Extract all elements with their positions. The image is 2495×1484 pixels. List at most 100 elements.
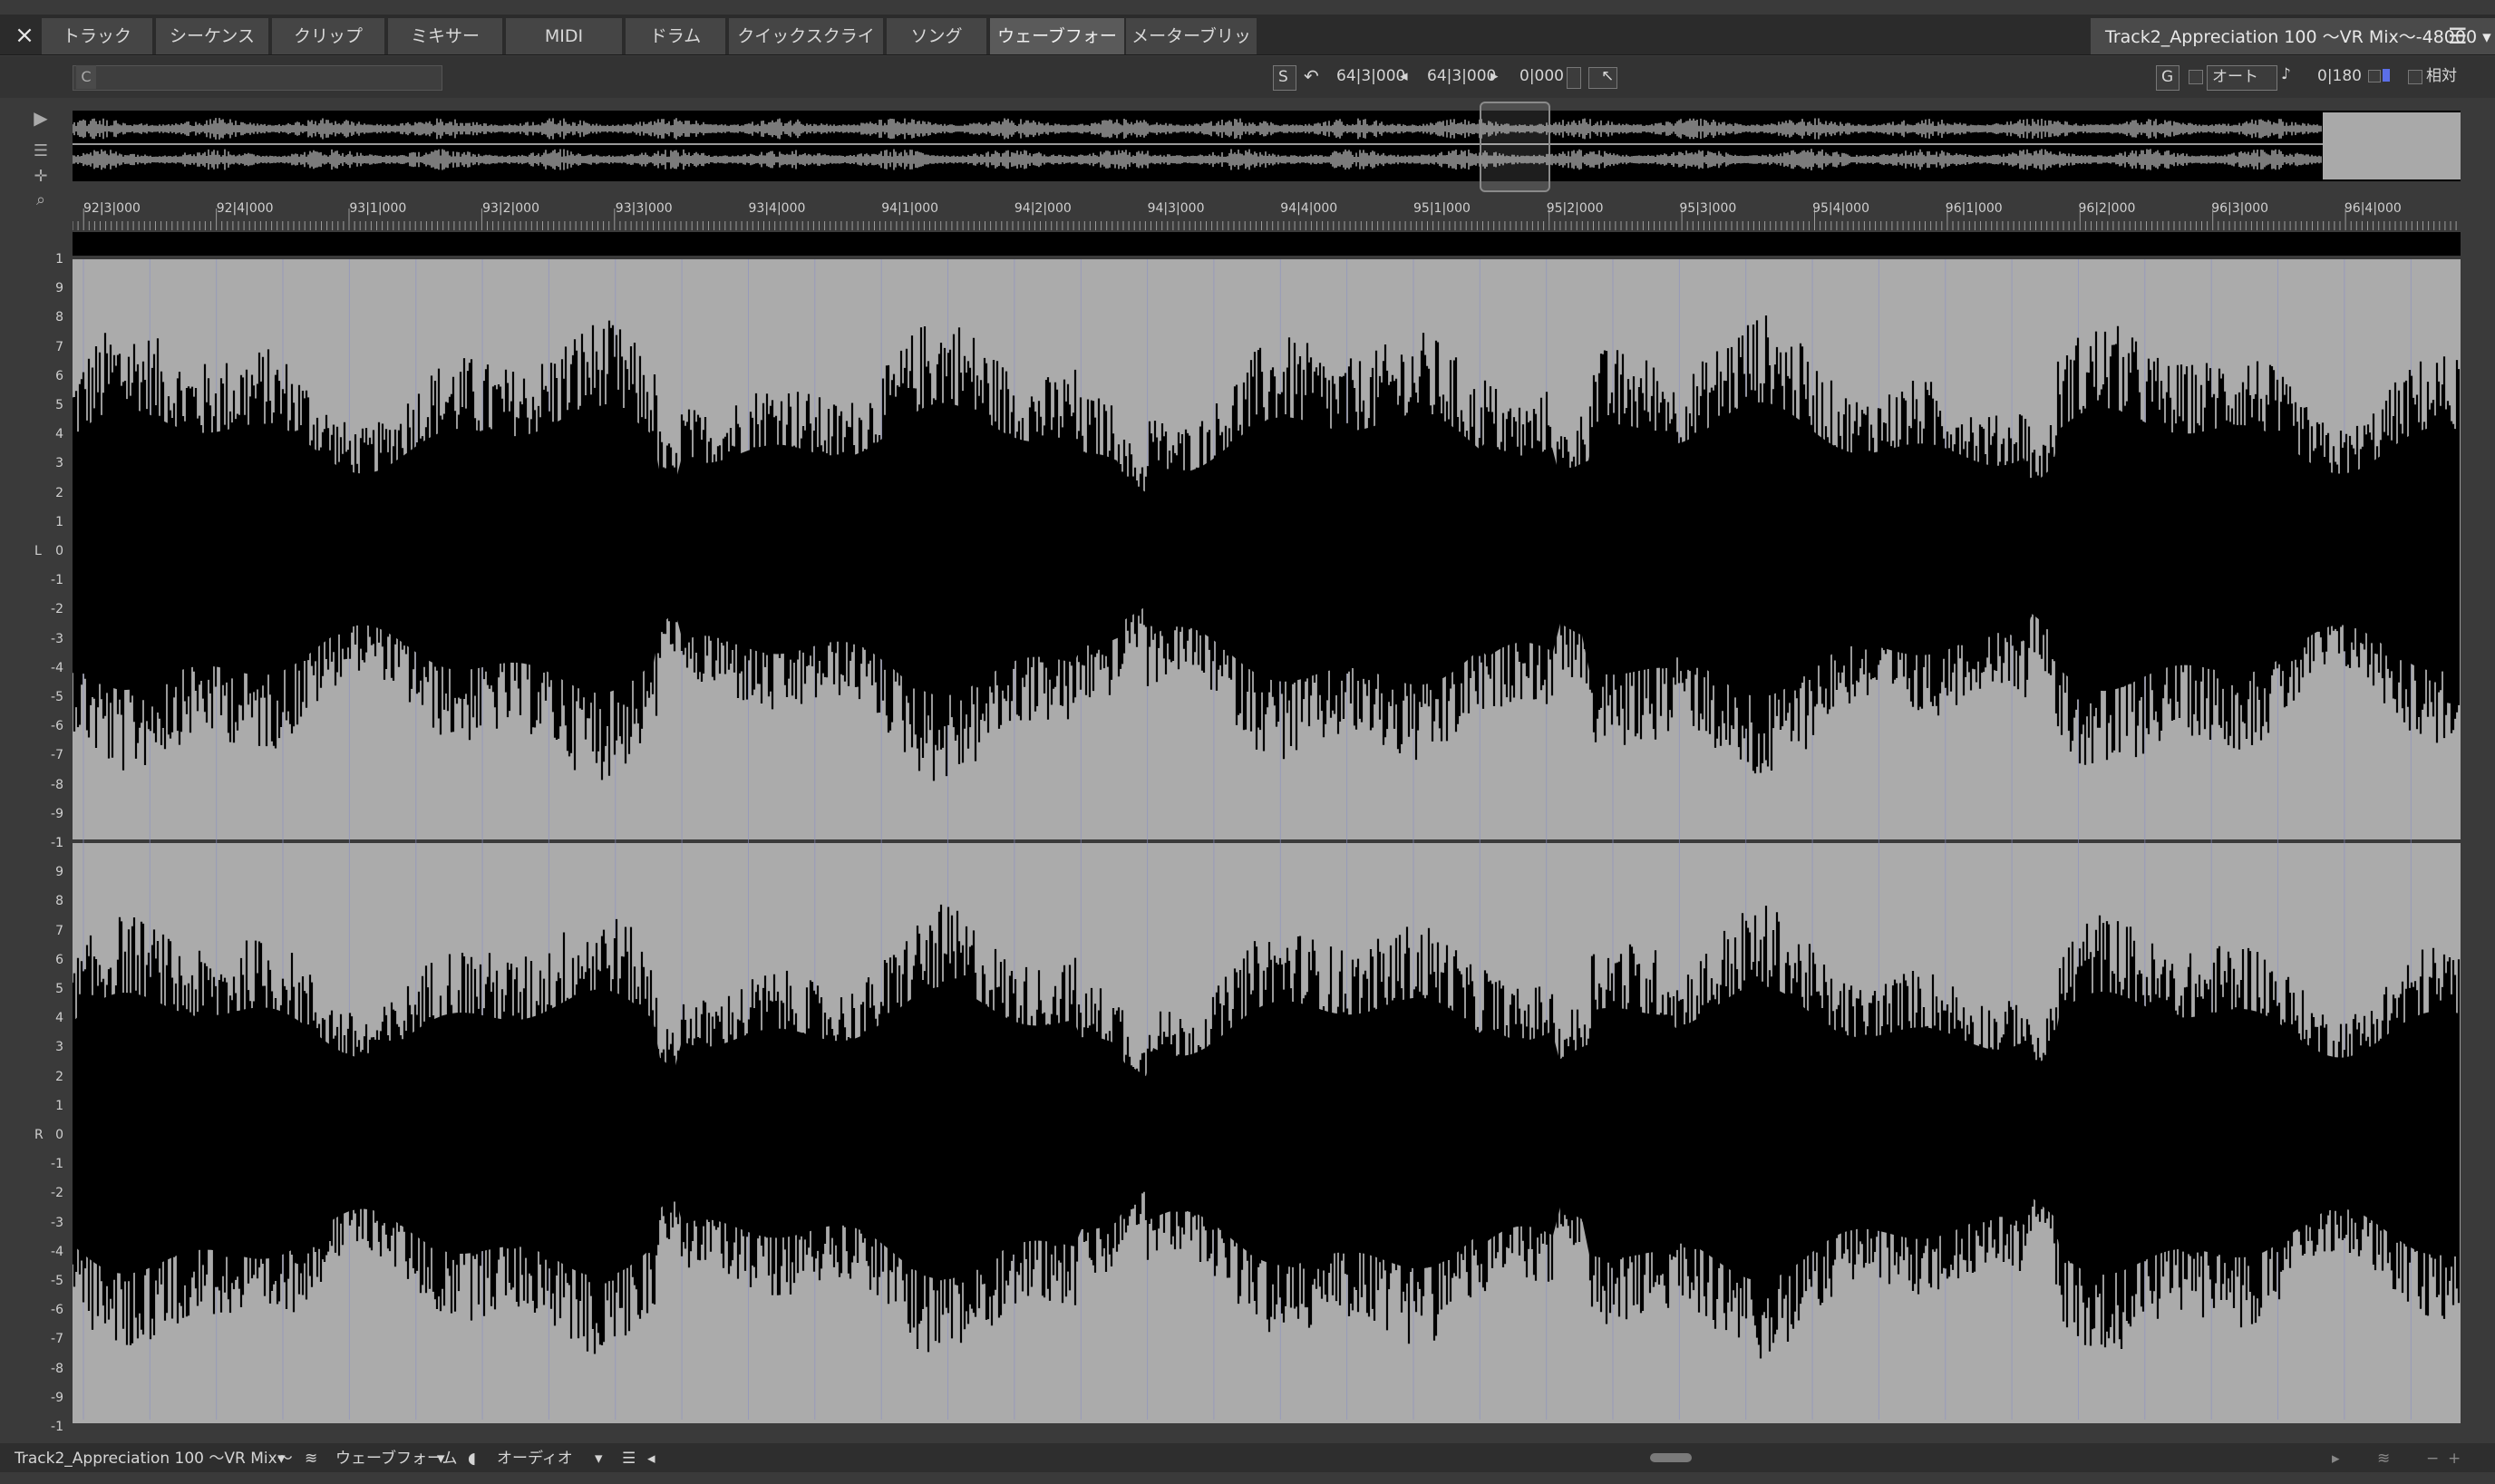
auto-checkbox[interactable] [2189, 70, 2203, 84]
ruler-label: 93|4|000 [748, 201, 806, 216]
tab-4[interactable]: MIDI [506, 18, 624, 54]
ruler-label: 95|3|000 [1679, 201, 1737, 216]
scale-label: 9 [55, 865, 63, 880]
scale-label: 3 [55, 456, 63, 471]
ruler-label: 92|4|000 [216, 201, 274, 216]
list-icon[interactable]: ☰ [27, 141, 54, 160]
tab-2[interactable]: クリップ [272, 18, 386, 54]
s-label: S [1278, 68, 1288, 86]
ruler-label: 96|3|000 [2211, 201, 2269, 216]
scroll-left-icon[interactable]: ◂ [647, 1449, 655, 1469]
scale-label: 9 [55, 281, 63, 296]
channel-label: L [34, 544, 42, 558]
scale-label: 7 [55, 339, 63, 354]
scale-label: -1 [51, 1157, 63, 1172]
end-position[interactable]: 64|3|000 [1427, 63, 1496, 89]
overview-waveform[interactable] [73, 111, 2461, 181]
arrow-right-icon[interactable]: ▸ [1490, 63, 1499, 89]
ruler-label: 94|3|000 [1147, 201, 1205, 216]
scale-label: -9 [51, 806, 63, 821]
scale-label: -4 [51, 1244, 63, 1259]
scale-label: -8 [51, 777, 63, 792]
horizontal-scrollbar-thumb[interactable] [1650, 1453, 1692, 1462]
scale-label: -1 [51, 573, 63, 588]
scale-label: 1 [55, 252, 63, 267]
overview-empty-region [2323, 112, 2461, 179]
zoom-icon[interactable]: ⌕ [27, 190, 54, 209]
close-icon[interactable]: × [11, 22, 38, 49]
start-position[interactable]: 64|3|000 [1336, 63, 1405, 89]
ruler-label: 93|1|000 [349, 201, 407, 216]
tab-3[interactable]: ミキサー [388, 18, 504, 54]
c-field[interactable] [73, 65, 442, 91]
scroll-right-icon[interactable]: ▸ [2332, 1449, 2340, 1469]
ratio-checkbox[interactable] [2368, 70, 2381, 82]
note-icon[interactable]: ♪ [2281, 62, 2291, 87]
ruler-label: 93|3|000 [615, 201, 673, 216]
waveform-graphic [73, 232, 2461, 1423]
g-label: G [2161, 68, 2174, 86]
chevron-down-icon[interactable]: ▾ [595, 1449, 603, 1469]
chevron-down-icon: ▾ [2482, 27, 2491, 47]
menu-icon[interactable]: ☰ [2448, 25, 2470, 47]
ruler-label: 92|3|000 [83, 201, 141, 216]
scale-label: -3 [51, 631, 63, 646]
type-label[interactable]: オーディオ [497, 1449, 573, 1469]
scale-label: 1 [55, 1098, 63, 1113]
scale-label: -5 [51, 690, 63, 704]
speaker-icon: ◖ [468, 1450, 476, 1468]
overview-waveform-graphic [73, 118, 2323, 170]
relative-label: 相対 [2426, 67, 2457, 85]
ruler-label: 95|1|000 [1413, 201, 1471, 216]
tab-7[interactable]: ソング [887, 18, 988, 54]
arrow-left-icon[interactable]: ◂ [1400, 63, 1408, 89]
ruler-label: 94|2|000 [1014, 201, 1072, 216]
color-swatch [2383, 69, 2390, 82]
scale-label: 5 [55, 982, 63, 996]
relative-checkbox[interactable] [2408, 70, 2422, 84]
auto-label: オート [2212, 68, 2258, 86]
c-label: C [76, 65, 96, 89]
ruler-label: 96|1|000 [1945, 201, 2003, 216]
scale-label: -6 [51, 719, 63, 734]
scale-label: 4 [55, 1011, 63, 1026]
crosshair-icon[interactable]: ✛ [27, 167, 54, 186]
cursor-icon[interactable]: ↖ [1601, 63, 1614, 89]
scale-label: 2 [55, 485, 63, 500]
tab-5[interactable]: ドラム [626, 18, 727, 54]
scale-label: -7 [51, 748, 63, 763]
scale-label: 6 [55, 368, 63, 383]
scale-label: -9 [51, 1390, 63, 1405]
scale-label: -3 [51, 1215, 63, 1230]
overview-selection-handle[interactable] [1480, 102, 1550, 192]
scale-label: -7 [51, 1332, 63, 1347]
chevron-down-icon[interactable]: ▾ [437, 1449, 445, 1469]
document-title-dropdown[interactable]: Track2_Appreciation 100 〜VR Mix〜-48000 ▾ [2091, 18, 2495, 54]
tab-0[interactable]: トラック [42, 18, 154, 54]
scale-label: 6 [55, 952, 63, 967]
play-icon[interactable]: ▶ [27, 107, 54, 129]
scale-label: -2 [51, 1186, 63, 1201]
ruler-label: 94|1|000 [881, 201, 939, 216]
track-name[interactable]: Track2_Appreciation 100 〜VR Mix〜 [15, 1449, 293, 1469]
tab-6[interactable]: クイックスクライブ [729, 18, 885, 82]
tab-9[interactable]: メーターブリッジ [1126, 18, 1258, 82]
length-dropdown[interactable] [1567, 67, 1581, 89]
tab-8[interactable]: ウェーブフォーム [990, 18, 1126, 82]
zoom-out-icon[interactable]: − [2426, 1449, 2439, 1469]
waveform-editor[interactable] [73, 232, 2461, 1423]
ruler-label: 93|2|000 [482, 201, 539, 216]
undo-icon[interactable]: ↶ [1304, 63, 1319, 89]
tab-1[interactable]: シーケンス [156, 18, 270, 54]
length-value[interactable]: 0|000 [1519, 63, 1564, 89]
ratio-value[interactable]: 0|180 [2317, 63, 2362, 89]
zoom-in-icon[interactable]: + [2448, 1449, 2461, 1469]
list-icon[interactable]: ☰ [622, 1449, 636, 1469]
chevron-down-icon[interactable]: ▾ [277, 1449, 286, 1469]
scale-label: -6 [51, 1303, 63, 1318]
zoom-fit-icon[interactable]: ≋ [2377, 1449, 2390, 1469]
scale-label: 4 [55, 427, 63, 442]
channel-label: R [34, 1128, 44, 1142]
waveform-icon: ≋ [305, 1450, 318, 1468]
scale-label: 1 [55, 514, 63, 529]
